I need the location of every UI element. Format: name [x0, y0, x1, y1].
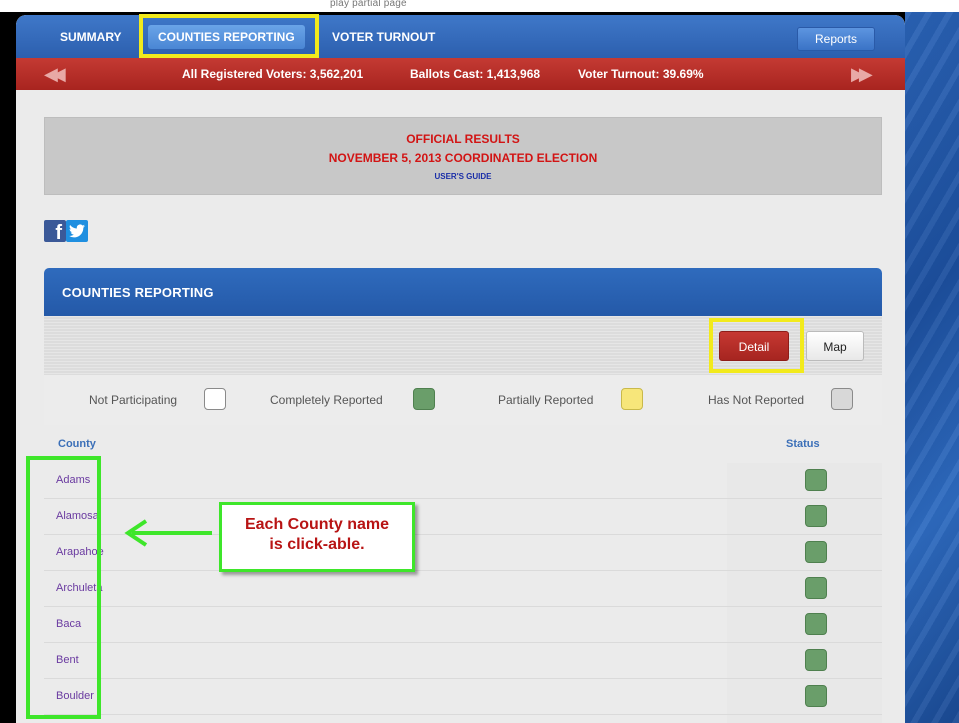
table-row: Bent [44, 643, 882, 679]
legend-completely-reported-label: Completely Reported [270, 393, 383, 407]
callout-line-1: Each County name [244, 516, 390, 533]
table-row: Adams [44, 463, 882, 499]
facebook-icon[interactable]: f [44, 220, 66, 244]
callout-line-2: is click-able. [269, 536, 365, 553]
results-banner: OFFICIAL RESULTS NOVEMBER 5, 2013 COORDI… [44, 117, 882, 195]
detail-highlight-annotation [709, 318, 804, 373]
legend-has-not-reported-label: Has Not Reported [708, 393, 805, 407]
table-header: County Status [44, 425, 882, 463]
map-button[interactable]: Map [806, 331, 864, 361]
tab-voter-turnout[interactable]: VOTER TURNOUT [322, 25, 445, 49]
status-indicator [805, 577, 827, 599]
tab-summary[interactable]: SUMMARY [50, 25, 132, 49]
status-indicator [805, 469, 827, 491]
status-indicator [805, 685, 827, 707]
legend-not-participating-label: Not Participating [89, 393, 178, 407]
legend-completely-reported-swatch [413, 388, 435, 410]
counties-panel-title: COUNTIES REPORTING [62, 285, 214, 300]
top-partial-text: play partial page [330, 0, 407, 9]
status-indicator [805, 649, 827, 671]
banner-election: NOVEMBER 5, 2013 COORDINATED ELECTION [328, 151, 598, 165]
next-arrow-icon[interactable]: ▶▶ [851, 64, 873, 84]
legend-not-participating-swatch [204, 388, 226, 410]
column-header-status[interactable]: Status [786, 438, 820, 450]
status-indicator [805, 505, 827, 527]
status-legend: Not Participating Completely Reported Pa… [44, 375, 882, 425]
legend-has-not-reported-swatch [831, 388, 853, 410]
top-band [0, 0, 959, 12]
nav-highlight-annotation [139, 14, 319, 58]
column-header-county[interactable]: County [58, 438, 96, 450]
county-column-highlight-annotation [26, 456, 101, 719]
voter-turnout: Voter Turnout: 39.69% [578, 67, 704, 81]
legend-partially-reported-label: Partially Reported [498, 393, 594, 407]
main-panel: SUMMARY COUNTIES REPORTING VOTER TURNOUT… [16, 15, 905, 723]
status-indicator [805, 541, 827, 563]
blue-background-strip [905, 12, 959, 723]
users-guide-link[interactable]: USER'S GUIDE [45, 172, 881, 181]
twitter-icon[interactable] [66, 220, 88, 242]
counties-panel-header: COUNTIES REPORTING [44, 268, 882, 316]
stats-bar: ◀◀ All Registered Voters: 3,562,201 Ball… [16, 58, 905, 90]
table-row: Boulder [44, 679, 882, 715]
callout-arrow-icon [124, 519, 212, 547]
legend-partially-reported-swatch [621, 388, 643, 410]
table-row: Archuleta [44, 571, 882, 607]
table-row: Baca [44, 607, 882, 643]
status-indicator [805, 613, 827, 635]
reports-button[interactable]: Reports [797, 27, 875, 51]
callout-annotation: Each County name is click-able. [219, 502, 415, 572]
prev-arrow-icon[interactable]: ◀◀ [44, 64, 66, 84]
banner-title: OFFICIAL RESULTS [406, 132, 520, 146]
registered-voters: All Registered Voters: 3,562,201 [182, 67, 364, 81]
ballots-cast: Ballots Cast: 1,413,968 [410, 67, 541, 81]
